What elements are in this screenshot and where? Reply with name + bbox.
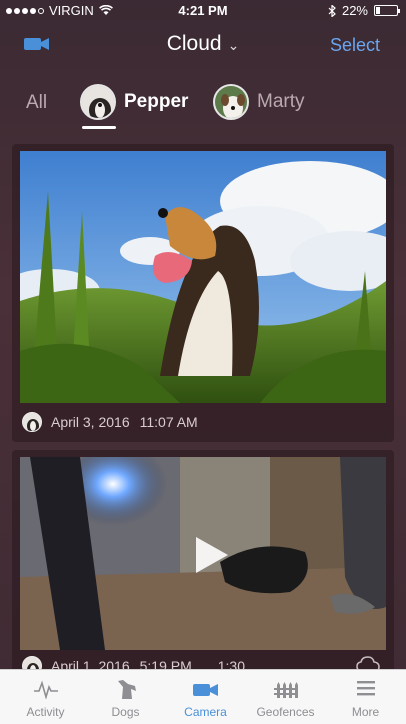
media-time: 11:07 AM [139,414,198,430]
dog-photo[interactable] [20,151,386,403]
bluetooth-icon [328,4,336,17]
chevron-down-icon: ⌄ [227,37,240,53]
tab-marty[interactable]: Marty [213,84,305,120]
dog-icon [117,680,136,699]
status-right: 22% [328,3,400,18]
tab-pepper-label: Pepper [124,91,189,112]
tab-dogs-label: Dogs [111,705,140,719]
media-card[interactable]: April 3, 2016 11:07 AM [12,144,394,442]
media-card[interactable]: April 1, 2016 5:19 PM 1:30 [12,450,394,680]
tab-pepper[interactable]: Pepper [80,84,188,120]
tab-geofences-label: Geofences [256,705,315,719]
select-button[interactable]: Select [330,35,380,56]
tab-all-label: All [26,92,48,113]
pepper-avatar-small [22,412,42,432]
tab-geofences[interactable]: Geofences [245,670,326,724]
navigation-bar: Cloud ⌄ Select [0,22,406,68]
dog-filter-tabs: All Pepper Marty [0,80,406,134]
media-date: April 3, 2016 [51,414,130,430]
dog-video-thumbnail[interactable] [20,457,386,650]
tab-camera[interactable]: Camera [165,670,246,724]
tab-camera-label: Camera [184,705,227,719]
tab-more[interactable]: More [325,670,406,724]
bottom-tab-bar: Activity Dogs Camera Geofences More [0,669,406,724]
camera-icon [192,684,218,696]
battery-icon [374,5,400,16]
tab-marty-label: Marty [257,91,305,112]
tab-dogs[interactable]: Dogs [85,670,166,724]
tab-all[interactable]: All [26,92,47,114]
activity-icon [33,680,58,699]
status-bar: VIRGIN 4:21 PM 22% [0,0,406,22]
battery-percent: 22% [341,3,368,18]
fence-icon [273,682,298,698]
pepper-avatar [80,84,116,120]
active-tab-indicator [82,126,116,129]
tab-activity-label: Activity [26,705,65,719]
tab-more-label: More [351,705,380,719]
media-metadata: April 3, 2016 11:07 AM [22,412,198,432]
play-icon[interactable] [194,535,230,575]
marty-avatar [213,84,249,120]
page-title: Cloud [166,32,222,55]
tab-activity[interactable]: Activity [5,670,86,724]
menu-icon [356,681,375,696]
